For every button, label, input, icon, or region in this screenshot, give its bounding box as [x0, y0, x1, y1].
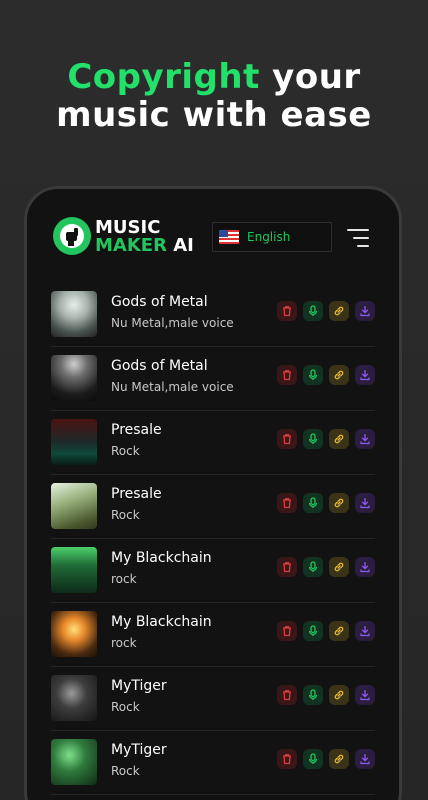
delete-icon[interactable]	[277, 365, 297, 385]
brand-ai: AI	[173, 235, 194, 256]
headline-line2: music with ease	[56, 95, 372, 135]
track-genre: Rock	[111, 764, 140, 778]
download-icon[interactable]	[355, 301, 375, 321]
microphone-icon[interactable]	[303, 621, 323, 641]
track-actions	[277, 621, 375, 641]
download-icon[interactable]	[355, 493, 375, 513]
download-icon[interactable]	[355, 557, 375, 577]
microphone-icon[interactable]	[303, 557, 323, 577]
track-title: My Blackchain	[111, 614, 212, 630]
track-cover-image	[51, 483, 97, 529]
download-icon[interactable]	[355, 749, 375, 769]
track-row[interactable]: Gods of Metal Nu Metal,male voice	[51, 347, 375, 411]
track-title: My Blackchain	[111, 550, 212, 566]
us-flag-icon	[219, 230, 239, 244]
track-actions	[277, 301, 375, 321]
link-icon[interactable]	[329, 557, 349, 577]
microphone-icon[interactable]	[303, 685, 323, 705]
track-genre: Nu Metal,male voice	[111, 316, 234, 330]
track-row[interactable]: MyTiger Rock	[51, 667, 375, 731]
track-cover-image	[51, 291, 97, 337]
track-list: Gods of Metal Nu Metal,male voice Gods o…	[27, 283, 399, 795]
track-cover-image	[51, 547, 97, 593]
download-icon[interactable]	[355, 685, 375, 705]
track-actions	[277, 429, 375, 449]
headline-line1: your	[259, 57, 361, 97]
track-row[interactable]: Presale Rock	[51, 475, 375, 539]
menu-icon[interactable]	[345, 227, 369, 249]
download-icon[interactable]	[355, 365, 375, 385]
track-genre: Rock	[111, 508, 140, 522]
track-genre: rock	[111, 572, 137, 586]
link-icon[interactable]	[329, 685, 349, 705]
track-genre: rock	[111, 636, 137, 650]
delete-icon[interactable]	[277, 429, 297, 449]
delete-icon[interactable]	[277, 621, 297, 641]
language-label: English	[247, 230, 291, 244]
track-cover-image	[51, 355, 97, 401]
track-title: MyTiger	[111, 742, 167, 758]
microphone-icon[interactable]	[303, 429, 323, 449]
track-cover-image	[51, 419, 97, 465]
track-actions	[277, 493, 375, 513]
track-row[interactable]: MyTiger Rock	[51, 731, 375, 795]
app-header: MUSIC MAKER AI English	[27, 189, 399, 279]
delete-icon[interactable]	[277, 557, 297, 577]
track-genre: Rock	[111, 700, 140, 714]
link-icon[interactable]	[329, 749, 349, 769]
track-title: Presale	[111, 486, 162, 502]
delete-icon[interactable]	[277, 493, 297, 513]
link-icon[interactable]	[329, 365, 349, 385]
language-selector[interactable]: English	[212, 222, 332, 252]
track-title: MyTiger	[111, 678, 167, 694]
track-actions	[277, 685, 375, 705]
headline: Copyright your music with ease	[0, 58, 428, 134]
track-row[interactable]: Presale Rock	[51, 411, 375, 475]
fist-logo-icon	[53, 217, 91, 255]
track-cover-image	[51, 675, 97, 721]
delete-icon[interactable]	[277, 749, 297, 769]
link-icon[interactable]	[329, 301, 349, 321]
link-icon[interactable]	[329, 621, 349, 641]
track-row[interactable]: My Blackchain rock	[51, 603, 375, 667]
track-row[interactable]: My Blackchain rock	[51, 539, 375, 603]
brand-line2: MAKER	[95, 235, 167, 256]
track-row[interactable]: Gods of Metal Nu Metal,male voice	[51, 283, 375, 347]
track-cover-image	[51, 739, 97, 785]
download-icon[interactable]	[355, 621, 375, 641]
promo-screen: Copyright your music with ease MUSIC MAK…	[0, 0, 428, 800]
track-cover-image	[51, 611, 97, 657]
track-genre: Nu Metal,male voice	[111, 380, 234, 394]
track-title: Presale	[111, 422, 162, 438]
headline-accent: Copyright	[67, 57, 260, 97]
link-icon[interactable]	[329, 429, 349, 449]
track-actions	[277, 749, 375, 769]
brand-name: MUSIC MAKER AI	[95, 219, 194, 255]
track-title: Gods of Metal	[111, 294, 208, 310]
link-icon[interactable]	[329, 493, 349, 513]
microphone-icon[interactable]	[303, 301, 323, 321]
delete-icon[interactable]	[277, 685, 297, 705]
delete-icon[interactable]	[277, 301, 297, 321]
track-genre: Rock	[111, 444, 140, 458]
track-title: Gods of Metal	[111, 358, 208, 374]
microphone-icon[interactable]	[303, 749, 323, 769]
phone-frame: MUSIC MAKER AI English Gods of Metal Nu …	[24, 186, 402, 800]
download-icon[interactable]	[355, 429, 375, 449]
microphone-icon[interactable]	[303, 493, 323, 513]
track-actions	[277, 557, 375, 577]
track-actions	[277, 365, 375, 385]
microphone-icon[interactable]	[303, 365, 323, 385]
